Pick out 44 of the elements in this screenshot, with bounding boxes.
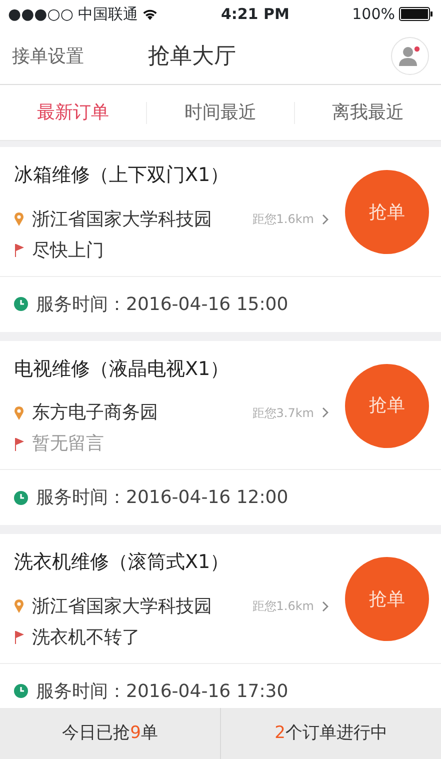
clock-icon (14, 490, 28, 504)
grab-order-button[interactable]: 抢单 (345, 557, 429, 642)
clock-icon (14, 297, 28, 311)
location-pin-icon (14, 212, 24, 226)
clock-text: 4:21 PM (220, 4, 290, 25)
address-text: 东方电子商务园 (32, 401, 159, 425)
clock-icon (14, 684, 28, 698)
flag-icon (14, 436, 24, 450)
address-text: 浙江省国家大学科技园 (32, 594, 213, 618)
chevron-right-icon (322, 407, 329, 418)
note-text: 尽快上门 (32, 238, 104, 262)
order-title: 电视维修（液晶电视X1） (14, 356, 230, 382)
order-title: 洗衣机维修（滚筒式X1） (14, 550, 230, 575)
chevron-right-icon (322, 214, 329, 224)
order-title: 冰箱维修（上下双门X1） (14, 163, 230, 188)
flag-icon (14, 630, 24, 644)
note-text: 暂无留言 (32, 432, 104, 456)
location-pin-icon (14, 406, 24, 420)
footer-stat-text: 2个订单进行中 (274, 722, 388, 745)
service-time-text: 服务时间：2016-04-16 12:00 (36, 486, 288, 510)
page-title: 抢单大厅 (147, 42, 237, 70)
grab-order-button[interactable]: 抢单 (345, 364, 429, 448)
service-time-text: 服务时间：2016-04-16 17:30 (36, 680, 288, 704)
distance-text: 距您1.6km (252, 211, 314, 228)
battery-icon (399, 7, 433, 21)
wifi-icon (142, 8, 158, 20)
tab[interactable]: 时间最近 (147, 98, 294, 127)
distance-text: 距您1.6km (252, 598, 314, 615)
chevron-right-icon (322, 600, 329, 612)
flag-icon (14, 243, 24, 257)
distance-text: 距您3.7km (252, 404, 314, 422)
battery-percentage: 100% (352, 4, 395, 25)
tab[interactable]: 离我最近 (294, 98, 441, 127)
service-time-text: 服务时间：2016-04-16 15:00 (36, 292, 288, 316)
tab[interactable]: 最新订单 (0, 98, 146, 127)
settings-link[interactable]: 接单设置 (12, 42, 84, 70)
note-text: 洗衣机不转了 (32, 626, 140, 650)
profile-button[interactable] (391, 37, 429, 75)
footer-stat-text: 今日已抢9单 (62, 722, 158, 745)
location-pin-icon (14, 599, 24, 613)
grab-order-button[interactable]: 抢单 (345, 170, 429, 254)
carrier-text: ●●●○○ 中国联通 (8, 4, 138, 25)
person-icon (399, 46, 421, 66)
address-text: 浙江省国家大学科技园 (32, 208, 213, 232)
